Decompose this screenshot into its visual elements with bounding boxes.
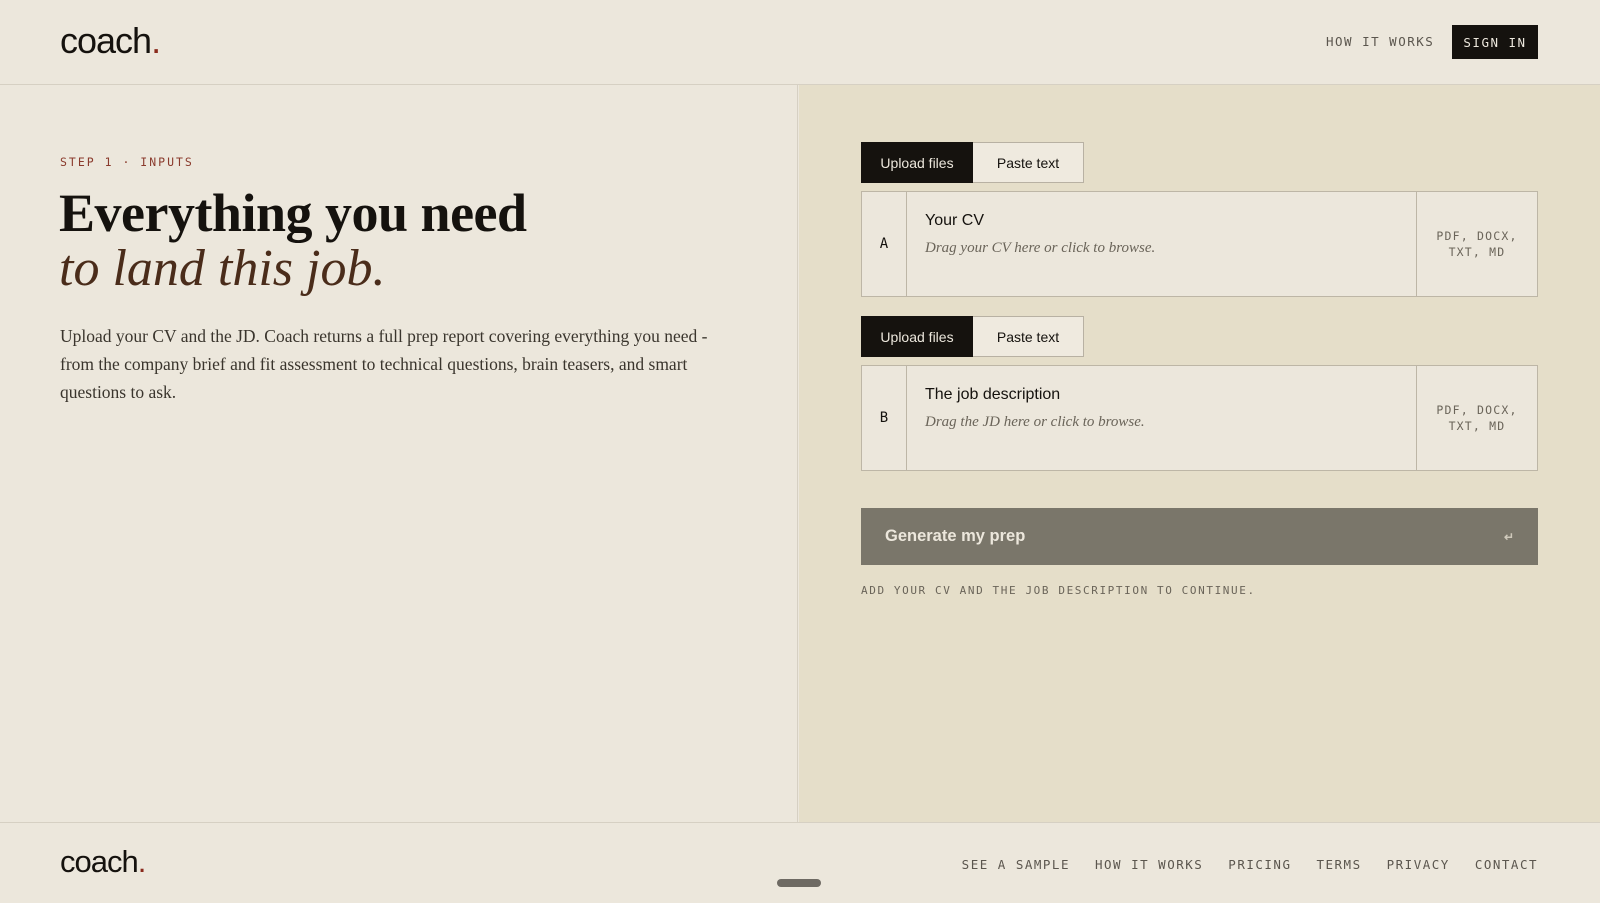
cv-dropzone[interactable]: A Your CV Drag your CV here or click to …	[861, 191, 1538, 297]
continue-hint: ADD YOUR CV AND THE JOB DESCRIPTION TO C…	[861, 584, 1256, 597]
sign-in-button[interactable]: SIGN IN	[1452, 25, 1538, 59]
dropzone-formats: PDF, DOCX, TXT, MD	[1416, 192, 1537, 296]
cv-tab-paste-text[interactable]: Paste text	[973, 142, 1084, 183]
jd-input-mode-tabs: Upload files Paste text	[861, 316, 1084, 357]
cv-input-mode-tabs: Upload files Paste text	[861, 142, 1084, 183]
enter-key-icon: ↵	[1503, 529, 1514, 544]
dropzone-hint: Drag your CV here or click to browse.	[925, 240, 1156, 256]
logo[interactable]: coach.	[60, 20, 161, 62]
dropzone-letter: A	[862, 192, 907, 296]
dropzone-body: The job description Drag the JD here or …	[907, 366, 1416, 470]
footer-link-pricing[interactable]: PRICING	[1228, 857, 1291, 872]
footer-link-contact[interactable]: CONTACT	[1475, 857, 1538, 872]
jd-dropzone[interactable]: B The job description Drag the JD here o…	[861, 365, 1538, 471]
page-title: Everything you need	[59, 183, 527, 243]
footer-link-how-it-works[interactable]: HOW IT WORKS	[1095, 857, 1203, 872]
inputs-pane: Upload files Paste text A Your CV Drag y…	[799, 85, 1600, 822]
page-title-emphasis: to land this job.	[59, 240, 386, 297]
logo-dot: .	[137, 844, 147, 879]
site-footer: coach. SEE A SAMPLE HOW IT WORKS PRICING…	[0, 822, 1600, 903]
dropzone-formats: PDF, DOCX, TXT, MD	[1416, 366, 1537, 470]
logo-text: coach	[60, 844, 139, 879]
footer-link-terms[interactable]: TERMS	[1316, 857, 1361, 872]
jd-tab-upload-files[interactable]: Upload files	[861, 316, 973, 357]
footer-logo[interactable]: coach.	[60, 844, 147, 880]
dropzone-title: The job description	[925, 386, 1061, 403]
scroll-handle[interactable]	[777, 879, 821, 887]
cv-tab-upload-files[interactable]: Upload files	[861, 142, 973, 183]
footer-link-sample[interactable]: SEE A SAMPLE	[962, 857, 1070, 872]
nav-how-it-works-link[interactable]: HOW IT WORKS	[1326, 34, 1434, 49]
dropzone-body: Your CV Drag your CV here or click to br…	[907, 192, 1416, 296]
intro-paragraph: Upload your CV and the JD. Coach returns…	[60, 326, 708, 402]
generate-prep-button[interactable]: Generate my prep ↵	[861, 508, 1538, 565]
dropzone-letter: B	[862, 366, 907, 470]
dropzone-title: Your CV	[925, 212, 984, 229]
jd-tab-paste-text[interactable]: Paste text	[973, 316, 1084, 357]
footer-link-privacy[interactable]: PRIVACY	[1387, 857, 1450, 872]
dropzone-hint: Drag the JD here or click to browse.	[925, 414, 1145, 430]
site-header: coach. HOW IT WORKS SIGN IN	[0, 0, 1600, 85]
logo-text: coach	[60, 20, 152, 61]
intro-pane: STEP 1 · INPUTS Everything you need to l…	[0, 85, 798, 822]
generate-label: Generate my prep	[885, 527, 1026, 545]
step-label: STEP 1 · INPUTS	[60, 155, 194, 169]
footer-nav: SEE A SAMPLE HOW IT WORKS PRICING TERMS …	[962, 857, 1538, 872]
logo-dot: .	[151, 20, 161, 61]
